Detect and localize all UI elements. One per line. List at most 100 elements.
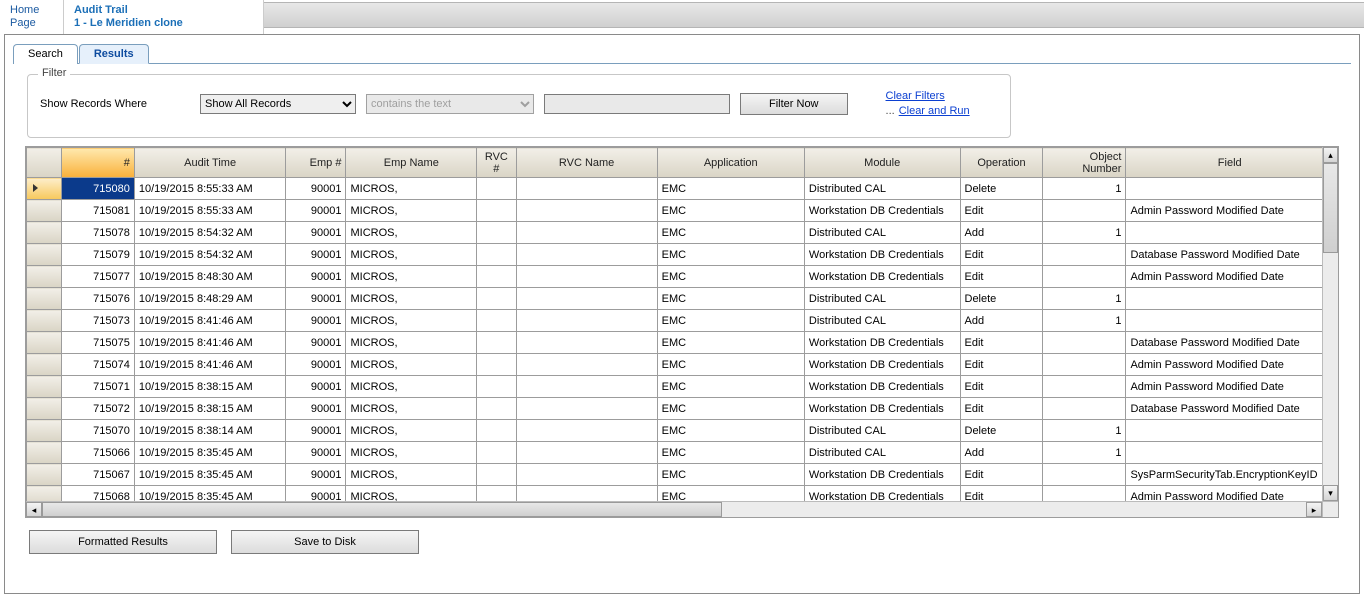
cell-emp-num[interactable]: 90001: [286, 486, 346, 502]
cell-emp-name[interactable]: MICROS,: [346, 442, 477, 464]
cell-module[interactable]: Distributed CAL: [804, 442, 960, 464]
cell-application[interactable]: EMC: [657, 222, 804, 244]
cell-audit-time[interactable]: 10/19/2015 8:55:33 AM: [134, 178, 285, 200]
cell-module[interactable]: Workstation DB Credentials: [804, 376, 960, 398]
cell-audit-time[interactable]: 10/19/2015 8:48:30 AM: [134, 266, 285, 288]
cell-module[interactable]: Workstation DB Credentials: [804, 486, 960, 502]
cell-number[interactable]: 715080: [62, 178, 135, 200]
cell-emp-name[interactable]: MICROS,: [346, 222, 477, 244]
cell-rvc-num[interactable]: [477, 310, 516, 332]
row-header[interactable]: [27, 178, 62, 200]
cell-number[interactable]: 715073: [62, 310, 135, 332]
cell-application[interactable]: EMC: [657, 420, 804, 442]
row-header[interactable]: [27, 288, 62, 310]
cell-number[interactable]: 715070: [62, 420, 135, 442]
cell-module[interactable]: Workstation DB Credentials: [804, 200, 960, 222]
clear-and-run-link[interactable]: Clear and Run: [899, 105, 970, 117]
cell-emp-name[interactable]: MICROS,: [346, 376, 477, 398]
cell-application[interactable]: EMC: [657, 200, 804, 222]
cell-object-number[interactable]: [1043, 486, 1126, 502]
cell-application[interactable]: EMC: [657, 398, 804, 420]
cell-application[interactable]: EMC: [657, 178, 804, 200]
cell-number[interactable]: 715079: [62, 244, 135, 266]
cell-emp-name[interactable]: MICROS,: [346, 200, 477, 222]
cell-emp-name[interactable]: MICROS,: [346, 310, 477, 332]
cell-application[interactable]: EMC: [657, 266, 804, 288]
filter-value-input[interactable]: [544, 94, 730, 114]
cell-module[interactable]: Workstation DB Credentials: [804, 398, 960, 420]
table-row[interactable]: 71507010/19/2015 8:38:14 AM90001MICROS,E…: [27, 420, 1323, 442]
cell-emp-num[interactable]: 90001: [286, 442, 346, 464]
row-header[interactable]: [27, 244, 62, 266]
cell-object-number[interactable]: [1043, 354, 1126, 376]
cell-field[interactable]: Admin Password Modified Date: [1126, 200, 1322, 222]
cell-audit-time[interactable]: 10/19/2015 8:55:33 AM: [134, 200, 285, 222]
cell-operation[interactable]: Delete: [960, 420, 1043, 442]
cell-audit-time[interactable]: 10/19/2015 8:35:45 AM: [134, 464, 285, 486]
cell-object-number[interactable]: [1043, 244, 1126, 266]
cell-field[interactable]: Database Password Modified Date: [1126, 332, 1322, 354]
row-header[interactable]: [27, 464, 62, 486]
cell-module[interactable]: Workstation DB Credentials: [804, 266, 960, 288]
cell-module[interactable]: Distributed CAL: [804, 178, 960, 200]
cell-object-number[interactable]: 1: [1043, 310, 1126, 332]
cell-rvc-num[interactable]: [477, 354, 516, 376]
col-rvc-name[interactable]: RVC Name: [516, 148, 657, 178]
cell-module[interactable]: Distributed CAL: [804, 310, 960, 332]
row-header[interactable]: [27, 200, 62, 222]
cell-field[interactable]: [1126, 420, 1322, 442]
col-emp-num[interactable]: Emp #: [286, 148, 346, 178]
cell-rvc-num[interactable]: [477, 398, 516, 420]
cell-operation[interactable]: Add: [960, 310, 1043, 332]
cell-object-number[interactable]: 1: [1043, 420, 1126, 442]
col-object-number[interactable]: Object Number: [1043, 148, 1126, 178]
clear-filters-link[interactable]: Clear Filters: [886, 90, 945, 102]
cell-application[interactable]: EMC: [657, 376, 804, 398]
cell-emp-name[interactable]: MICROS,: [346, 398, 477, 420]
cell-number[interactable]: 715081: [62, 200, 135, 222]
cell-audit-time[interactable]: 10/19/2015 8:54:32 AM: [134, 244, 285, 266]
cell-audit-time[interactable]: 10/19/2015 8:48:29 AM: [134, 288, 285, 310]
col-number[interactable]: #: [62, 148, 135, 178]
cell-application[interactable]: EMC: [657, 332, 804, 354]
scroll-left-icon[interactable]: ◂: [26, 502, 42, 517]
table-row[interactable]: 71507710/19/2015 8:48:30 AM90001MICROS,E…: [27, 266, 1323, 288]
cell-emp-name[interactable]: MICROS,: [346, 354, 477, 376]
cell-field[interactable]: Database Password Modified Date: [1126, 398, 1322, 420]
cell-object-number[interactable]: 1: [1043, 178, 1126, 200]
cell-operation[interactable]: Add: [960, 222, 1043, 244]
cell-rvc-num[interactable]: [477, 376, 516, 398]
tab-results[interactable]: Results: [79, 44, 149, 64]
col-rvc-num[interactable]: RVC #: [477, 148, 516, 178]
cell-audit-time[interactable]: 10/19/2015 8:38:15 AM: [134, 398, 285, 420]
cell-emp-name[interactable]: MICROS,: [346, 178, 477, 200]
cell-rvc-name[interactable]: [516, 332, 657, 354]
cell-rvc-name[interactable]: [516, 222, 657, 244]
cell-object-number[interactable]: [1043, 376, 1126, 398]
cell-audit-time[interactable]: 10/19/2015 8:35:45 AM: [134, 442, 285, 464]
cell-operation[interactable]: Edit: [960, 486, 1043, 502]
cell-emp-name[interactable]: MICROS,: [346, 464, 477, 486]
cell-number[interactable]: 715075: [62, 332, 135, 354]
cell-field[interactable]: Database Password Modified Date: [1126, 244, 1322, 266]
cell-emp-num[interactable]: 90001: [286, 200, 346, 222]
col-audit-time[interactable]: Audit Time: [134, 148, 285, 178]
cell-application[interactable]: EMC: [657, 464, 804, 486]
cell-operation[interactable]: Edit: [960, 244, 1043, 266]
cell-emp-num[interactable]: 90001: [286, 266, 346, 288]
cell-operation[interactable]: Edit: [960, 200, 1043, 222]
cell-audit-time[interactable]: 10/19/2015 8:41:46 AM: [134, 332, 285, 354]
cell-audit-time[interactable]: 10/19/2015 8:54:32 AM: [134, 222, 285, 244]
cell-operation[interactable]: Edit: [960, 464, 1043, 486]
cell-emp-num[interactable]: 90001: [286, 244, 346, 266]
cell-operation[interactable]: Delete: [960, 288, 1043, 310]
cell-emp-num[interactable]: 90001: [286, 398, 346, 420]
cell-audit-time[interactable]: 10/19/2015 8:35:45 AM: [134, 486, 285, 502]
cell-rvc-num[interactable]: [477, 244, 516, 266]
cell-emp-name[interactable]: MICROS,: [346, 332, 477, 354]
cell-emp-num[interactable]: 90001: [286, 288, 346, 310]
cell-rvc-name[interactable]: [516, 398, 657, 420]
cell-rvc-name[interactable]: [516, 486, 657, 502]
cell-object-number[interactable]: [1043, 464, 1126, 486]
cell-rvc-name[interactable]: [516, 354, 657, 376]
